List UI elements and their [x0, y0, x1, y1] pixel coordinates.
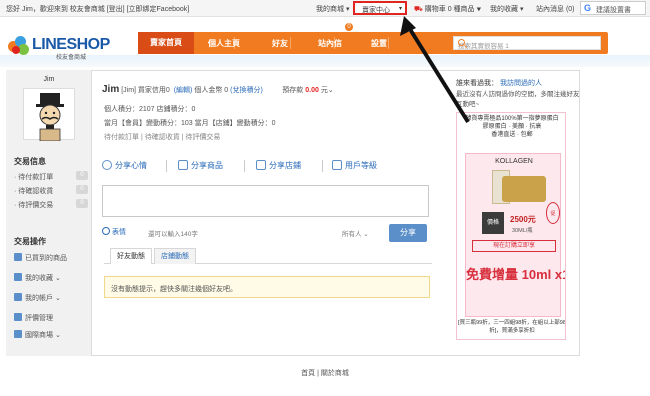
nav-personal-home[interactable]: 個人主頁	[208, 38, 240, 49]
mood-icon	[102, 160, 112, 170]
sidebar-item-international[interactable]: 國際商場 ⌄	[14, 330, 88, 340]
footer[interactable]: 首頁 | 關於商城	[0, 368, 650, 378]
count-badge: 0	[76, 185, 88, 194]
share-footer: 表情 還可以輸入140字 所有人 ⌄ 分享	[102, 224, 432, 242]
sidebar-item-account[interactable]: 我的帳戶 ⌄	[14, 293, 88, 303]
tab-friend-activity[interactable]: 好友動態	[110, 248, 152, 264]
tab-share-mood[interactable]: 分享心情	[102, 160, 147, 171]
share-textarea[interactable]	[102, 185, 429, 217]
top-bar: 您好 Jim，歡迎來到 校友會商城 [登出] [立即綁定Facebook] 我的…	[0, 0, 650, 17]
monthly-points-line: 當月【會員】變動積分：103 當月【店鋪】變動積分：0	[104, 120, 276, 127]
seller-center-link[interactable]: 賣家中心 ▾	[353, 1, 407, 15]
profile-header: Jim [Jim] 買家信用0 (編輯) 個人金幣 0 (兌換積分) 預存款 0…	[102, 84, 334, 95]
sidebar-item-purchased[interactable]: 已買到的商品	[14, 253, 88, 263]
site-search-input[interactable]: 搜索其實很容易 1	[453, 36, 601, 50]
seller-center-label: 賣家中心	[362, 7, 390, 14]
count-badge: 0	[76, 199, 88, 208]
sidebar-item-reviews[interactable]: 評價管理	[14, 313, 88, 323]
nav-seller-home[interactable]: 賣家首頁	[138, 32, 194, 54]
logout-link[interactable]: [登出]	[107, 6, 125, 13]
sidebar-item-pending-payment[interactable]: · 待付款訂單 0	[14, 171, 88, 182]
cart-link[interactable]: ⛟ 購物車 0 種商品 ▾	[414, 4, 481, 14]
visitors-desc: 最近沒有人訪問過你的空間，多關注幾好友互動吧~	[456, 91, 580, 108]
visited-link[interactable]: 我訪問過的人	[500, 80, 542, 87]
main-nav: 賣家首頁 個人主頁 好友 站內信 設置 0 搜索其實很容易 1	[138, 22, 608, 54]
smiley-icon	[102, 227, 110, 235]
avatar[interactable]	[23, 88, 75, 142]
heart-icon	[14, 273, 22, 281]
trade-info-title: 交易信息	[14, 157, 46, 166]
greeting: 您好 Jim，歡迎來到 校友會商城 [登出] [立即綁定Facebook]	[6, 6, 190, 13]
share-tabs: 分享心情 分享商品 分享店鋪 用戶等級	[102, 160, 432, 176]
trade-ops-title: 交易操作	[14, 237, 46, 246]
sidebar-item-pending-receipt[interactable]: · 待確認收貨 0	[14, 185, 88, 196]
ad-banner[interactable]: 韓貨專賣極品100%第一指夢原蛋白 膠原蛋白 · 美顏 · 抗衰 香港直送 · …	[456, 112, 566, 340]
avatar-gentleman-icon	[36, 93, 64, 142]
product-jar-image	[502, 176, 546, 202]
favorites-link[interactable]: 我的收藏 ▾	[490, 4, 523, 14]
emoji-button[interactable]: 表情	[102, 227, 126, 237]
visibility-select[interactable]: 所有人 ⌄	[342, 228, 369, 238]
nav-messages[interactable]: 站內信	[318, 38, 342, 49]
prepay-value: 0.00	[305, 87, 319, 94]
product-icon	[178, 160, 188, 170]
points-line: 個人積分：2107 店鋪積分：0	[104, 106, 196, 113]
exchange-points-link[interactable]: (兌換積分)	[230, 87, 263, 94]
empty-feed-notice: 沒有動態提示，趕快多關注幾個好友吧。	[104, 276, 430, 298]
nav-messages-badge: 0	[344, 22, 354, 32]
sidebar: Jim 交易信息 · 待付款訂單 0 · 待確認收貨 0 · 待評價交易 0 交易操作…	[6, 70, 92, 356]
review-icon	[14, 313, 22, 321]
globe-icon	[14, 330, 22, 338]
header-sky-decoration	[0, 55, 650, 67]
google-search-box[interactable]: G 建議設置書	[580, 1, 646, 15]
logo-icon	[8, 36, 34, 58]
tab-shop-activity[interactable]: 店鋪動態	[154, 248, 196, 264]
chevron-down-icon: ▾	[399, 6, 403, 12]
search-icon[interactable]	[458, 39, 465, 46]
google-icon: G	[584, 3, 592, 13]
feed-tabs: 好友動態 店鋪動態	[104, 248, 432, 264]
count-badge: 0	[76, 171, 88, 180]
sidebar-username: Jim	[43, 76, 55, 83]
prepay-dropdown[interactable]: 元⌄	[321, 87, 334, 94]
account-icon	[14, 293, 22, 301]
sidebar-item-favorites[interactable]: 我的收藏 ⌄	[14, 273, 88, 283]
shop-icon	[256, 160, 266, 170]
ad-product-panel: KOLLAGEN 價格 2500元 30ML/瓶 促 現在訂購立即享 免費增量 …	[465, 153, 565, 317]
order-status-links[interactable]: 待付款訂單 | 待確認收貨 | 待評價交易	[104, 132, 220, 142]
messages-link[interactable]: 站內消息 (0)	[536, 4, 575, 14]
level-icon	[332, 160, 342, 170]
nav-settings[interactable]: 設置	[371, 38, 387, 49]
sidebar-item-pending-review[interactable]: · 待評價交易 0	[14, 199, 88, 210]
tab-share-product[interactable]: 分享商品	[178, 160, 223, 171]
tab-user-level[interactable]: 用戶等級	[332, 160, 377, 171]
nav-friends[interactable]: 好友	[272, 38, 288, 49]
bind-facebook-link[interactable]: [立即綁定Facebook]	[127, 6, 190, 13]
bag-icon	[14, 253, 22, 261]
tab-share-shop[interactable]: 分享店鋪	[256, 160, 301, 171]
char-count: 還可以輸入140字	[148, 231, 198, 238]
visitors-header: 誰來看過我： 我訪問過的人	[456, 80, 542, 87]
profile-name: Jim	[102, 84, 120, 95]
cart-icon: ⛟	[414, 6, 423, 13]
share-button[interactable]: 分享	[389, 224, 427, 242]
my-mall-link[interactable]: 我的商城 ▾	[316, 4, 349, 14]
edit-profile-link[interactable]: (編輯)	[174, 87, 193, 94]
